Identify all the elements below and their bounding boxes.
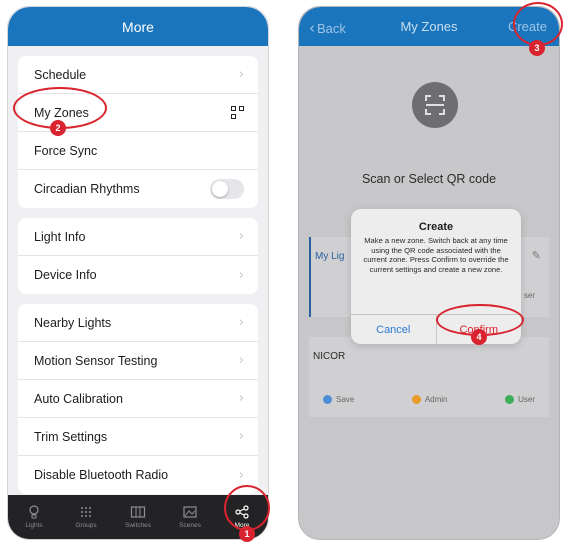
callout-badge-2: 2 xyxy=(50,120,66,136)
back-label: Back xyxy=(317,20,346,36)
image-icon xyxy=(183,506,197,518)
user-action[interactable]: User xyxy=(505,395,535,404)
switch-panel-icon xyxy=(130,506,146,518)
menu-item-label: Auto Calibration xyxy=(34,391,123,406)
cancel-button[interactable]: Cancel xyxy=(351,315,437,344)
callout-ring-more-tab xyxy=(224,485,270,531)
callout-badge-3: 3 xyxy=(529,40,545,56)
scan-instruction: Scan or Select QR code xyxy=(361,172,497,186)
admin-icon xyxy=(411,395,421,404)
tab-lights[interactable]: Lights xyxy=(8,495,60,539)
qr-scan-panel[interactable]: Scan or Select QR code xyxy=(309,52,549,204)
menu-item-device-info[interactable]: Device Info › xyxy=(18,256,258,294)
settings-group-3: Nearby Lights › Motion Sensor Testing › … xyxy=(18,304,258,494)
chevron-right-icon: › xyxy=(238,67,244,82)
tab-label: Scenes xyxy=(179,522,201,529)
menu-item-label: Nearby Lights xyxy=(34,315,112,330)
menu-item-motion-sensor-testing[interactable]: Motion Sensor Testing › xyxy=(18,342,258,380)
chevron-right-icon: › xyxy=(238,315,244,330)
menu-item-auto-calibration[interactable]: Auto Calibration › xyxy=(18,380,258,418)
menu-item-circadian-rhythms: Circadian Rhythms xyxy=(18,170,258,208)
zone-card-nicor[interactable]: NICOR Save Admin User xyxy=(309,337,549,417)
chevron-right-icon: › xyxy=(238,429,244,444)
menu-item-label: Motion Sensor Testing xyxy=(34,353,158,368)
menu-item-nearby-lights[interactable]: Nearby Lights › xyxy=(18,304,258,342)
tab-scenes[interactable]: Scenes xyxy=(164,495,216,539)
dialog-title: Create xyxy=(418,221,454,233)
menu-item-label: Force Sync xyxy=(34,143,98,158)
back-button[interactable]: ‹ Back xyxy=(309,19,346,37)
save-dot-icon xyxy=(323,293,332,302)
menu-item-label: Schedule xyxy=(34,67,87,82)
admin-action[interactable]: Admin xyxy=(411,395,448,404)
menu-item-label: Circadian Rhythms xyxy=(34,182,140,196)
menu-item-label: Device Info xyxy=(34,268,97,282)
zone-actions: Save Admin User xyxy=(323,395,535,404)
user-icon xyxy=(505,395,515,404)
chevron-right-icon: › xyxy=(238,229,244,244)
save-action[interactable]: Save xyxy=(323,395,354,404)
chevron-right-icon: › xyxy=(238,267,244,283)
zone-name: My Lig xyxy=(315,251,345,262)
menu-item-label: Disable Bluetooth Radio xyxy=(34,468,169,482)
more-screen: More Schedule › My Zones Force Sync Circ… xyxy=(7,6,269,540)
menu-item-trim-settings[interactable]: Trim Settings › xyxy=(18,418,258,456)
tab-label: Lights xyxy=(25,522,43,529)
menu-item-light-info[interactable]: Light Info › xyxy=(18,218,258,256)
save-icon xyxy=(323,395,332,404)
chevron-right-icon: › xyxy=(238,467,244,483)
tab-label: Groups xyxy=(75,522,97,529)
chevron-right-icon: › xyxy=(238,391,244,406)
menu-item-disable-bluetooth-radio[interactable]: Disable Bluetooth Radio › xyxy=(18,456,258,494)
chevron-right-icon: › xyxy=(238,353,244,368)
scan-qr-button[interactable] xyxy=(412,82,458,128)
bulb-icon xyxy=(29,505,39,519)
dialog-message: Make a new zone. Switch back at any time… xyxy=(363,236,509,274)
zone-name: NICOR xyxy=(313,351,346,362)
my-zones-screen: ‹ Back My Zones Create Scan or Select QR… xyxy=(298,6,560,540)
callout-badge-4: 4 xyxy=(471,329,487,345)
tab-label: Switches xyxy=(124,522,151,529)
tab-switches[interactable]: Switches xyxy=(112,495,164,539)
menu-item-label: Trim Settings xyxy=(34,429,108,444)
chevron-left-icon: ‹ xyxy=(309,19,315,37)
tab-groups[interactable]: Groups xyxy=(60,495,112,539)
menu-item-label: Light Info xyxy=(34,229,86,244)
grid-dots-icon xyxy=(81,507,91,517)
user-label-partial: ser xyxy=(523,291,535,300)
qr-scan-icon xyxy=(425,95,445,115)
page-title: More xyxy=(122,18,154,35)
circadian-toggle[interactable] xyxy=(210,179,244,199)
callout-badge-1: 1 xyxy=(239,526,255,542)
more-header: More xyxy=(8,7,268,46)
page-title: My Zones xyxy=(400,19,458,34)
edit-icon[interactable]: ✎ xyxy=(532,249,541,262)
settings-group-2: Light Info › Device Info › xyxy=(18,218,258,294)
zone-selected-indicator xyxy=(309,237,311,317)
menu-item-force-sync[interactable]: Force Sync xyxy=(18,132,258,170)
qr-code-icon[interactable] xyxy=(231,106,244,119)
